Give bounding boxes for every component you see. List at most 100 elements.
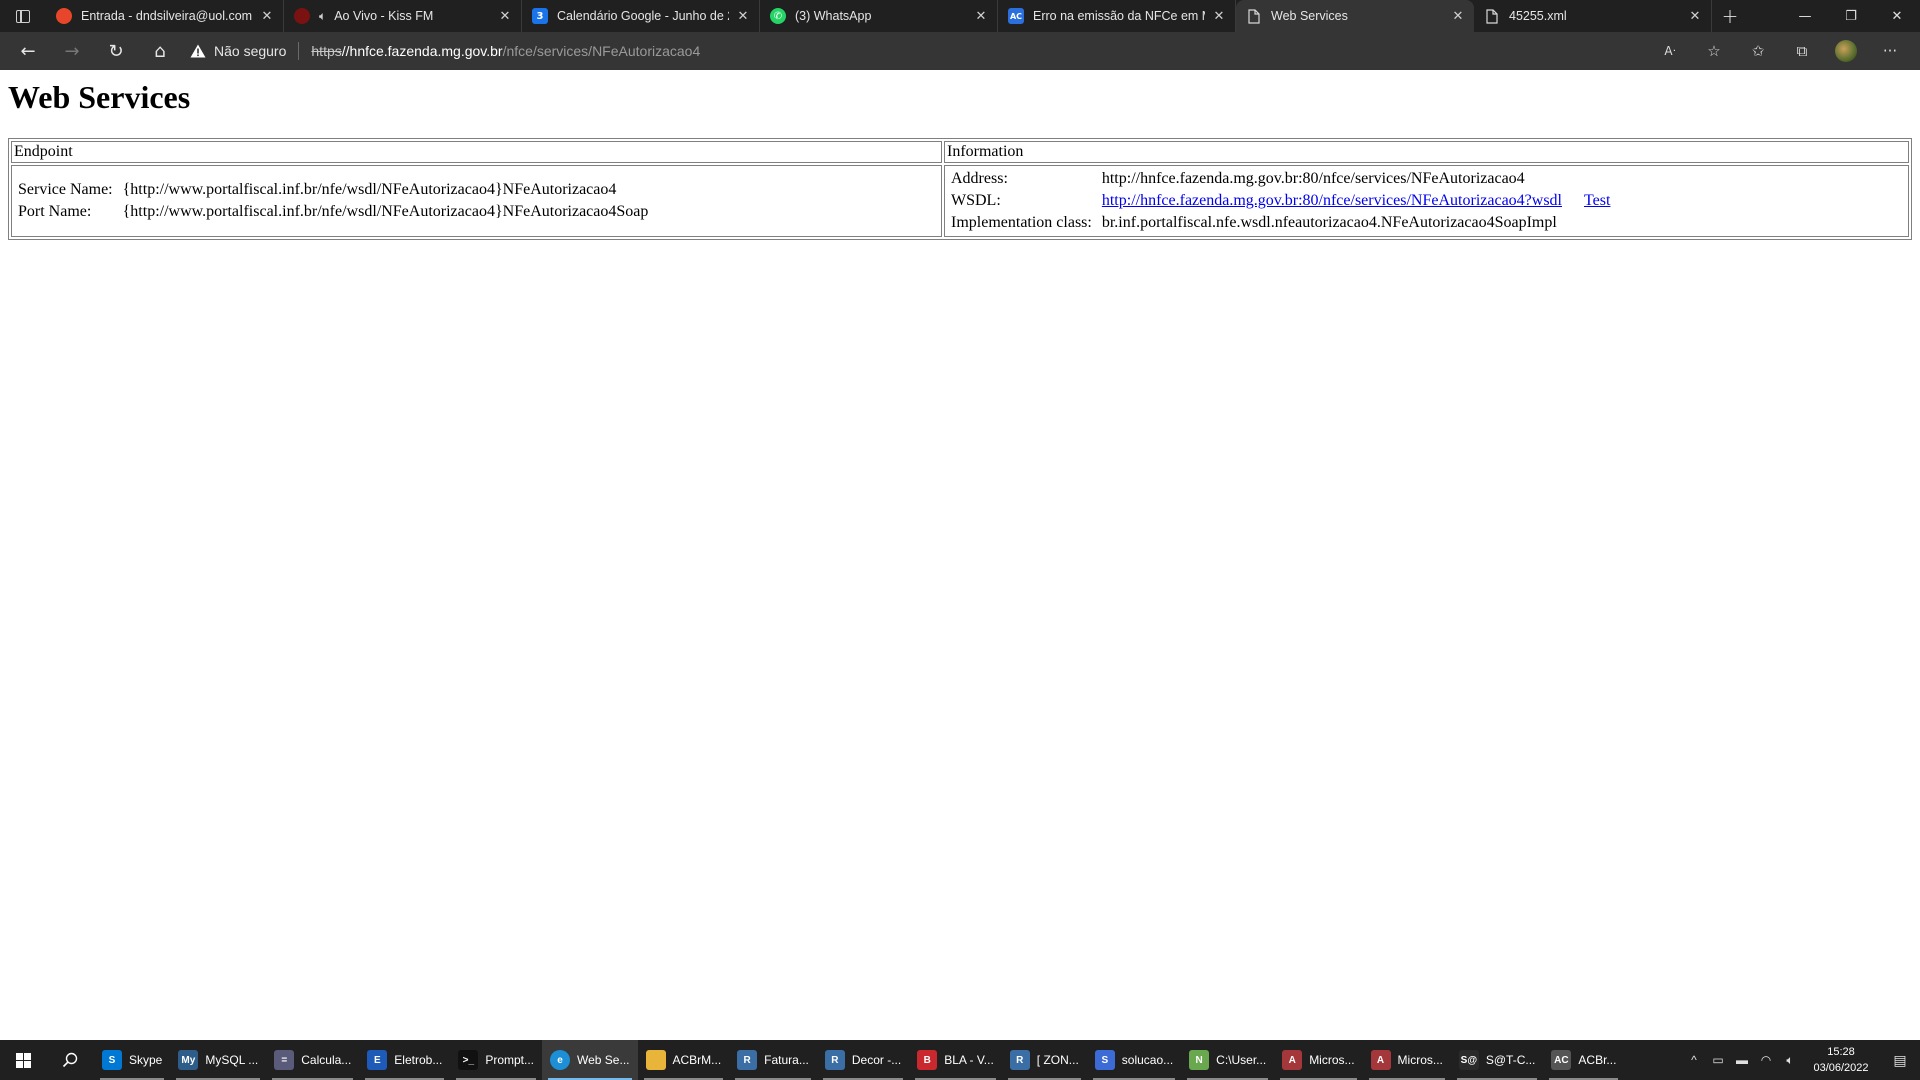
- windows-taskbar: S Skype My MySQL ... = Calcula... E Eletrob... >…: [0, 1040, 1920, 1080]
- taskbar-app-label: Eletrob...: [394, 1053, 443, 1067]
- meet-now-icon[interactable]: ▭: [1706, 1053, 1730, 1067]
- tab-acbr-forum[interactable]: AC Erro na emissão da NFCe em MG ✕: [998, 0, 1236, 32]
- remote-desktop-icon: R: [737, 1050, 758, 1070]
- forward-button[interactable]: →: [50, 32, 94, 70]
- tab-kiss-fm[interactable]: 🔈︎ Ao Vivo - Kiss FM ✕: [284, 0, 522, 32]
- minimize-button[interactable]: —: [1782, 0, 1828, 32]
- volume-icon[interactable]: 🔈︎: [1778, 1053, 1802, 1068]
- taskbar-app[interactable]: ACBrM...: [638, 1040, 730, 1080]
- notifications-button[interactable]: ▤: [1880, 1052, 1920, 1069]
- table-row: Service Name: {http://www.portalfiscal.i…: [11, 165, 1909, 237]
- system-tray: ^ ▭ ▬ ◠ 🔈︎ 15:28 03/06/2022 ▤: [1682, 1040, 1920, 1080]
- taskbar-app-label: Prompt...: [485, 1053, 535, 1067]
- clock-time: 15:28: [1827, 1046, 1855, 1058]
- browser-toolbar: ← → ↻ ⌂ Não seguro https//hnfce.fazenda.…: [0, 32, 1920, 70]
- taskbar-app[interactable]: >_ Prompt...: [450, 1040, 542, 1080]
- test-link[interactable]: Test: [1584, 192, 1610, 209]
- plus-icon: +: [1721, 4, 1739, 28]
- taskbar-app[interactable]: R [ ZON...: [1002, 1040, 1087, 1080]
- close-icon[interactable]: ✕: [1687, 9, 1703, 24]
- acbr-icon: AC: [1008, 8, 1024, 24]
- close-icon[interactable]: ✕: [259, 9, 275, 24]
- close-icon[interactable]: ✕: [1211, 9, 1227, 24]
- battery-icon[interactable]: ▬: [1730, 1053, 1754, 1067]
- wsdl-link[interactable]: http://hnfce.fazenda.mg.gov.br:80/nfce/s…: [1102, 192, 1562, 209]
- new-tab-button[interactable]: +: [1712, 0, 1748, 32]
- implementation-class-label: Implementation class:: [951, 214, 1092, 231]
- tab-title: Ao Vivo - Kiss FM: [334, 9, 434, 23]
- tab-title: 45255.xml: [1509, 9, 1567, 23]
- taskbar-app[interactable]: E Eletrob...: [359, 1040, 450, 1080]
- address-bar[interactable]: Não seguro https//hnfce.fazenda.mg.gov.b…: [190, 36, 1520, 66]
- chevron-up-icon[interactable]: ^: [1682, 1053, 1706, 1067]
- port-name-label: Port Name:: [18, 203, 92, 220]
- command-prompt-icon: >_: [458, 1050, 479, 1070]
- page-content: Web Services Endpoint Information Servic…: [0, 70, 1920, 1040]
- tab-title: Entrada - dndsilveira@uol.com.br: [81, 9, 253, 23]
- start-button[interactable]: [0, 1040, 46, 1080]
- taskbar-app-label: Skype: [129, 1053, 163, 1067]
- taskbar-app[interactable]: My MySQL ...: [170, 1040, 266, 1080]
- tab-google-calendar[interactable]: 3 Calendário Google - Junho de 2022 ✕: [522, 0, 760, 32]
- taskbar-app[interactable]: S@ S@T-C...: [1451, 1040, 1544, 1080]
- taskbar-app[interactable]: e Web Se...: [542, 1040, 638, 1080]
- url-path: /nfce/services/NFeAutorizacao4: [502, 43, 701, 59]
- back-button[interactable]: ←: [6, 32, 50, 70]
- close-icon[interactable]: ✕: [497, 9, 513, 24]
- settings-menu-button[interactable]: ···: [1868, 42, 1912, 60]
- close-icon[interactable]: ✕: [1450, 9, 1466, 24]
- taskbar-app[interactable]: A Micros...: [1363, 1040, 1451, 1080]
- taskbar-app[interactable]: Ssolucao...: [1087, 1040, 1181, 1080]
- taskbar-app-label: Decor -...: [851, 1053, 902, 1067]
- taskbar-app-label: BLA - V...: [944, 1053, 994, 1067]
- tab-uol-mail[interactable]: Entrada - dndsilveira@uol.com.br ✕: [46, 0, 284, 32]
- taskbar-app[interactable]: N C:\User...: [1181, 1040, 1274, 1080]
- clock[interactable]: 15:28 03/06/2022: [1802, 1044, 1880, 1076]
- taskbar-app-label: Micros...: [1397, 1053, 1443, 1067]
- taskbar-app[interactable]: A Micros...: [1274, 1040, 1362, 1080]
- toolbar-right: Aᐧ ☆ ✩ ⧉ ···: [1648, 32, 1912, 70]
- tab-xml-file[interactable]: 45255.xml ✕: [1474, 0, 1712, 32]
- add-favorite-button[interactable]: ☆: [1692, 42, 1736, 60]
- tab-whatsapp[interactable]: ✆ (3) WhatsApp ✕: [760, 0, 998, 32]
- warning-icon[interactable]: [190, 44, 206, 58]
- page-icon: [1246, 8, 1262, 24]
- restore-button[interactable]: ❐: [1828, 0, 1874, 32]
- collections-button[interactable]: ⧉: [1780, 42, 1824, 60]
- taskbar-app[interactable]: R Decor -...: [817, 1040, 909, 1080]
- close-icon[interactable]: ✕: [973, 9, 989, 24]
- search-button[interactable]: [46, 1040, 94, 1080]
- information-details: Address: http://hnfce.fazenda.mg.gov.br:…: [947, 167, 1614, 235]
- wsdl-cell: http://hnfce.fazenda.mg.gov.br:80/nfce/s…: [1100, 191, 1613, 211]
- taskbar-app-label: solucao...: [1121, 1053, 1174, 1067]
- read-aloud-button[interactable]: Aᐧ: [1648, 44, 1692, 58]
- speaker-icon[interactable]: 🔈︎: [319, 9, 326, 24]
- uol-icon: [56, 8, 72, 24]
- taskbar-app[interactable]: S Skype: [94, 1040, 170, 1080]
- home-button[interactable]: ⌂: [138, 32, 182, 70]
- wifi-icon[interactable]: ◠: [1754, 1053, 1778, 1067]
- taskbar-app-label: Calcula...: [301, 1053, 352, 1067]
- taskbar-app[interactable]: B BLA - V...: [909, 1040, 1002, 1080]
- not-secure-label[interactable]: Não seguro: [214, 43, 286, 59]
- page-icon: [1484, 8, 1500, 24]
- port-name-value: {http://www.portalfiscal.inf.br/nfe/wsdl…: [122, 203, 649, 220]
- access-icon: A: [1282, 1050, 1303, 1070]
- taskbar-app-label: MySQL ...: [205, 1053, 259, 1067]
- taskbar-app[interactable]: R Fatura...: [729, 1040, 817, 1080]
- minimize-icon: —: [1798, 8, 1812, 24]
- web-services-table: Endpoint Information Service Name: {http…: [8, 138, 1912, 240]
- close-window-button[interactable]: ✕: [1874, 0, 1920, 32]
- close-icon[interactable]: ✕: [735, 9, 751, 24]
- refresh-button[interactable]: ↻: [94, 32, 138, 70]
- folder-icon: [645, 1050, 666, 1070]
- window-controls: — ❐ ✕: [1782, 0, 1920, 32]
- taskbar-app[interactable]: AC ACBr...: [1543, 1040, 1624, 1080]
- tab-actions-button[interactable]: [0, 0, 46, 32]
- service-name-value: {http://www.portalfiscal.inf.br/nfe/wsdl…: [122, 181, 617, 198]
- tab-web-services[interactable]: Web Services ✕: [1236, 0, 1474, 32]
- favorites-button[interactable]: ✩: [1736, 42, 1780, 60]
- taskbar-app[interactable]: = Calcula...: [266, 1040, 359, 1080]
- taskbar-app-label: C:\User...: [1216, 1053, 1267, 1067]
- profile-avatar[interactable]: [1835, 40, 1857, 62]
